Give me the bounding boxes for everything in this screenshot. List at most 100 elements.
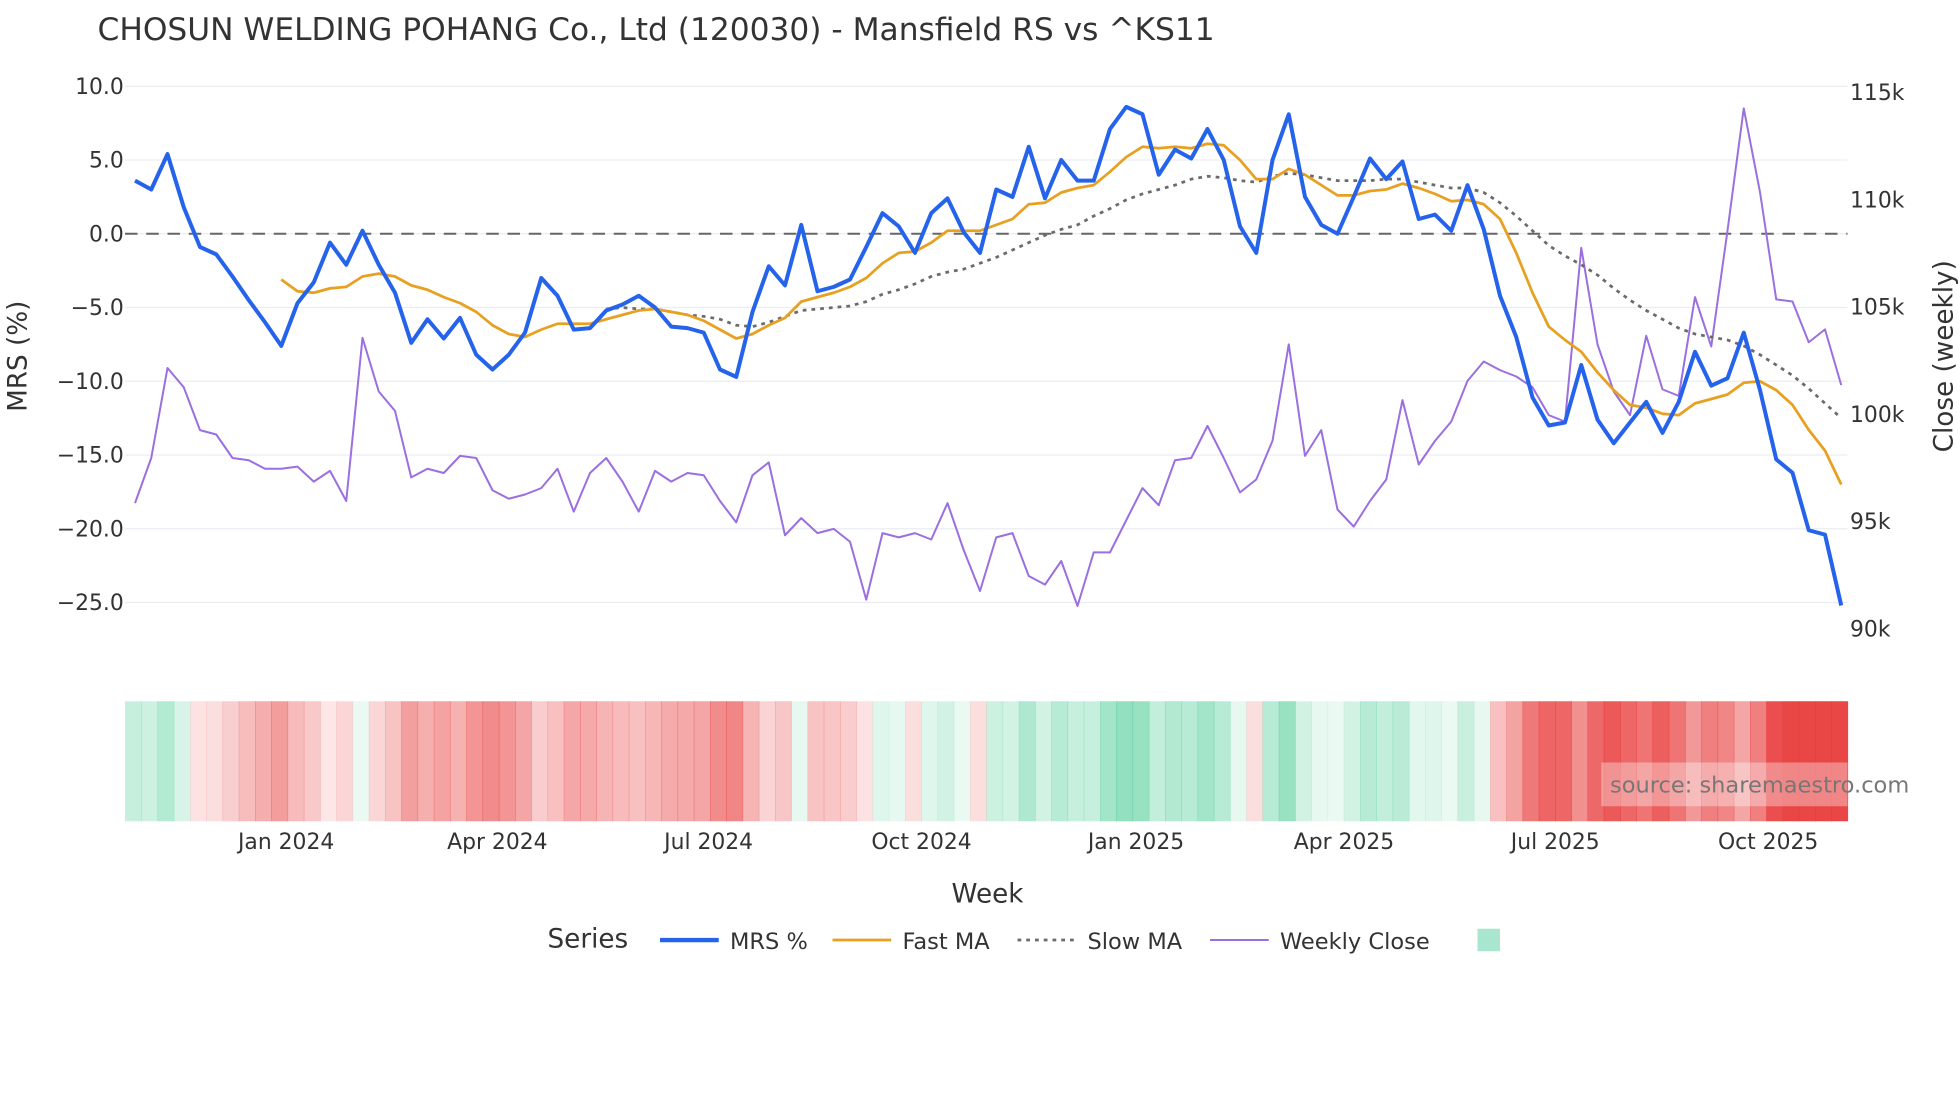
heatmap-cell: [368, 701, 386, 822]
legend-heatmap-swatch[interactable]: [1477, 928, 1501, 952]
heatmap-cell: [320, 701, 337, 822]
heatmap-cell: [856, 701, 874, 822]
heatmap-cell: [1538, 701, 1556, 822]
x-axis: Jan 2024 Apr 2024 Jul 2024 Oct 2024 Jan 2025…: [236, 830, 1818, 855]
heatmap-cell: [791, 701, 809, 822]
y2-axis-title: Close (weekly): [1930, 260, 1960, 452]
legend-item[interactable]: MRS %: [660, 929, 808, 955]
heatmap-cell: [1571, 701, 1589, 822]
heatmap-cell: [206, 701, 224, 822]
y-axis-right: 115k 110k 105k 100k 95k 90k: [1850, 81, 1905, 642]
mrs-chart: CHOSUN WELDING POHANG Co., Ltd (120030) …: [3, 12, 1960, 955]
heatmap-cell: [693, 701, 711, 822]
y-tick-label: −20.0: [57, 517, 124, 542]
mrs-heatmap-strip: [125, 701, 1849, 822]
series-lines: [134, 104, 1844, 607]
heatmap-cell: [157, 701, 175, 822]
heatmap-cell: [433, 701, 451, 822]
y-axis-left: 10.0 5.0 0.0 −5.0 −10.0 −15.0 −20.0 −25.0: [57, 75, 124, 616]
heatmap-cell: [580, 701, 597, 822]
legend-label: Weekly Close: [1280, 929, 1430, 955]
x-tick-label: Jul 2025: [1509, 830, 1600, 855]
heatmap-cell: [1457, 701, 1475, 822]
x-tick-label: Apr 2024: [447, 830, 547, 855]
heatmap-cell: [1522, 701, 1540, 822]
y2-tick-label: 100k: [1850, 403, 1905, 428]
legend-item[interactable]: Weekly Close: [1210, 929, 1430, 955]
heatmap-cell: [1002, 701, 1020, 822]
x-tick-label: Oct 2024: [871, 830, 971, 855]
heatmap-cell: [661, 701, 679, 822]
source-label: source: sharemaestro.com: [1610, 773, 1909, 799]
heatmap-cell: [872, 701, 890, 822]
heatmap-cell: [1083, 701, 1101, 822]
y-tick-label: −5.0: [71, 296, 124, 321]
heatmap-cell: [1360, 701, 1377, 822]
x-axis-title: Week: [952, 880, 1025, 910]
heatmap-cell: [628, 701, 646, 822]
legend-item[interactable]: Slow MA: [1017, 929, 1183, 955]
y-tick-label: −25.0: [57, 591, 124, 616]
heatmap-cell: [1246, 701, 1264, 822]
heatmap-cell: [498, 701, 516, 822]
heatmap-cell: [1490, 701, 1507, 822]
y-tick-label: 5.0: [89, 149, 124, 174]
heatmap-cell: [352, 701, 370, 822]
heatmap-cell: [303, 701, 321, 822]
heatmap-cell: [1067, 701, 1085, 822]
heatmap-cell: [547, 701, 565, 822]
heatmap-cell: [190, 701, 207, 822]
heatmap-cell: [1165, 701, 1182, 822]
y-tick-label: 0.0: [89, 222, 124, 247]
x-tick-label: Jan 2024: [236, 830, 334, 855]
heatmap-cell: [1100, 701, 1117, 822]
y-tick-label: −15.0: [57, 444, 124, 469]
legend-label: Fast MA: [903, 929, 991, 955]
heatmap-cell: [1051, 701, 1069, 822]
legend: Series MRS % Fast MA Slow MA Weekly Close: [548, 925, 1501, 955]
heatmap-cell: [1230, 701, 1247, 822]
heatmap-cell: [1035, 701, 1052, 822]
heatmap-cell: [1408, 701, 1426, 822]
heatmap-cell: [515, 701, 532, 822]
heatmap-cell: [1278, 701, 1296, 822]
heatmap-cell: [937, 701, 955, 822]
heatmap-cell: [758, 701, 776, 822]
heatmap-cell: [1295, 701, 1312, 822]
heatmap-cell: [953, 701, 971, 822]
y-tick-label: −10.0: [57, 370, 124, 395]
heatmap-cell: [450, 701, 467, 822]
legend-item[interactable]: Fast MA: [832, 929, 991, 955]
heatmap-cell: [1197, 701, 1215, 822]
heatmap-cell: [1327, 701, 1345, 822]
heatmap-cell: [1311, 701, 1329, 822]
heatmap-cell: [596, 701, 614, 822]
heatmap-cell: [141, 701, 159, 822]
heatmap-cell: [1376, 701, 1394, 822]
x-tick-label: Jan 2025: [1086, 830, 1184, 855]
y2-tick-label: 105k: [1850, 296, 1905, 321]
y2-tick-label: 90k: [1850, 617, 1891, 642]
heatmap-cell: [238, 701, 256, 822]
heatmap-cell: [710, 701, 727, 822]
heatmap-cell: [482, 701, 500, 822]
heatmap-cell: [1473, 701, 1491, 822]
heatmap-cell: [888, 701, 906, 822]
heatmap-cell: [1018, 701, 1036, 822]
heatmap-cell: [905, 701, 922, 822]
heatmap-cell: [1148, 701, 1166, 822]
heatmap-cell: [1441, 701, 1459, 822]
chart-title: CHOSUN WELDING POHANG Co., Ltd (120030) …: [98, 12, 1215, 48]
heatmap-cell: [255, 701, 272, 822]
heatmap-cell: [645, 701, 662, 822]
heatmap-cell: [1116, 701, 1134, 822]
x-tick-label: Jul 2024: [662, 830, 753, 855]
heatmap-cell: [970, 701, 987, 822]
heatmap-cell: [1555, 701, 1572, 822]
gridlines: [125, 85, 1848, 604]
heatmap-cell: [417, 701, 435, 822]
heatmap-cell: [1262, 701, 1280, 822]
heatmap-cell: [921, 701, 939, 822]
heatmap-cell: [1392, 701, 1410, 822]
legend-title: Series: [548, 925, 629, 955]
